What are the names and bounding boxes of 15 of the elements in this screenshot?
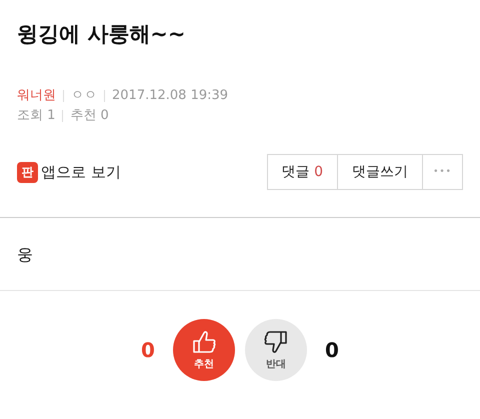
thumbs-down-icon xyxy=(263,329,289,355)
post-title: 윙깅에 사룽해~~ xyxy=(17,21,186,48)
post-body-text: 웅 xyxy=(17,244,33,266)
upvote-count: 0 xyxy=(140,338,156,362)
app-logo-icon[interactable]: 판 xyxy=(17,162,38,182)
upvote-button[interactable]: 추천 xyxy=(173,319,235,381)
post-date: 2017.12.08 19:39 xyxy=(112,87,228,105)
app-view-link[interactable]: 앱으로 보기 xyxy=(41,162,121,182)
downvote-button[interactable]: 반대 xyxy=(245,319,307,381)
downvote-count: 0 xyxy=(324,338,340,362)
nickname: ㅇㅇ xyxy=(71,87,97,105)
author-name: 워너원 xyxy=(17,87,56,105)
recommend-count: 추천 0 xyxy=(70,107,109,125)
thumbs-up-icon xyxy=(191,329,217,355)
view-count: 조회 1 xyxy=(17,107,56,125)
